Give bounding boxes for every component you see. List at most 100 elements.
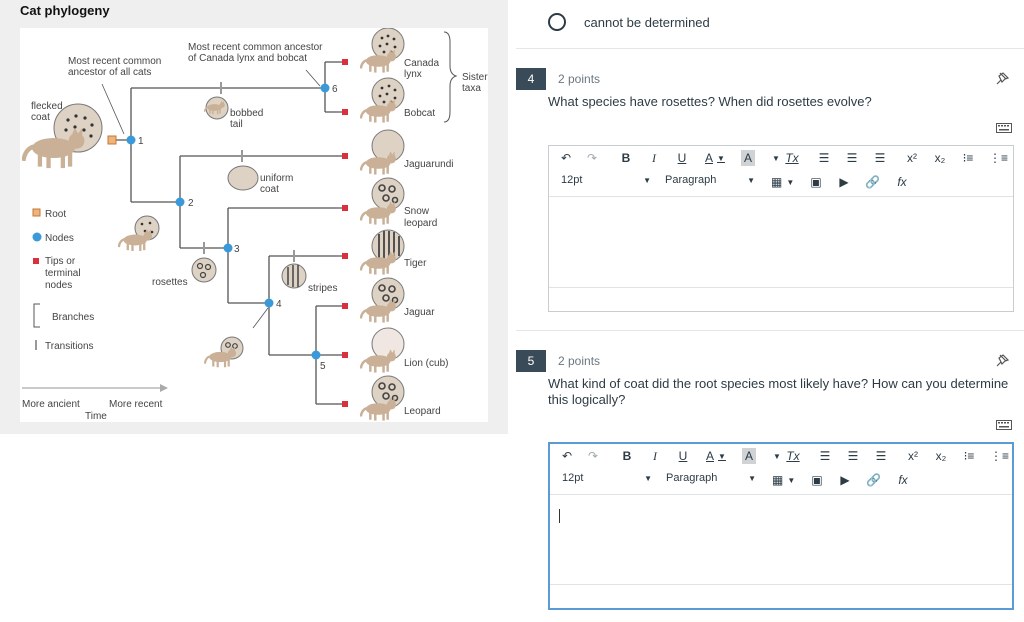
highlight-color-icon[interactable]: A bbox=[741, 150, 755, 166]
undo-icon[interactable]: ↶ bbox=[560, 448, 574, 464]
align-center-icon[interactable]: ☰ bbox=[845, 150, 859, 166]
legend-transitions-label: Transitions bbox=[45, 341, 94, 352]
question-separator bbox=[516, 330, 1024, 331]
undo-icon[interactable]: ↶ bbox=[559, 150, 573, 166]
resize-handle-icon[interactable] bbox=[1002, 598, 1010, 606]
highlight-dropdown-icon[interactable]: ▼ bbox=[770, 448, 784, 464]
node-number-6: 6 bbox=[332, 84, 338, 95]
question-points-4: 2 points bbox=[558, 72, 601, 86]
rich-text-editor-q4[interactable]: ↶ ↷ B I U A ▼ A ▼ Tx ☰ ☰ ☰ x² x₂ ⁝≡ ⋮≡ 1… bbox=[548, 145, 1014, 312]
redo-icon[interactable]: ↷ bbox=[586, 448, 600, 464]
media-icon[interactable]: ▶ bbox=[838, 472, 852, 488]
legend-tip-swatch bbox=[33, 258, 39, 264]
legend-tips-label-3: nodes bbox=[45, 280, 72, 291]
numbered-list-icon[interactable]: ⋮≡ bbox=[990, 448, 1009, 464]
question-text-5: What kind of coat did the root species m… bbox=[548, 376, 1009, 407]
bullet-list-icon[interactable]: ⁝≡ bbox=[962, 448, 976, 464]
question-number-4: 4 bbox=[516, 68, 546, 90]
node-number-4: 4 bbox=[276, 299, 282, 310]
pin-icon[interactable] bbox=[996, 71, 1010, 85]
phylogeny-tree: 1 2 3 4 5 6 Most recent common ancestor … bbox=[22, 28, 488, 422]
taxon-label-canada-lynx-2: lynx bbox=[404, 69, 422, 80]
cat-root-ancestor bbox=[23, 128, 84, 168]
editor-content-area[interactable] bbox=[549, 196, 1013, 280]
align-left-icon[interactable]: ☰ bbox=[818, 448, 832, 464]
node-number-3: 3 bbox=[234, 244, 240, 255]
italic-icon[interactable]: I bbox=[647, 150, 661, 166]
question-points-5: 2 points bbox=[558, 354, 601, 368]
underline-icon[interactable]: U bbox=[675, 150, 689, 166]
highlight-color-icon[interactable]: A bbox=[742, 448, 756, 464]
bold-icon[interactable]: B bbox=[619, 150, 633, 166]
equation-icon[interactable]: fx bbox=[896, 472, 910, 488]
coat-uniform-trait bbox=[227, 165, 259, 191]
question-separator bbox=[516, 48, 1024, 49]
keyboard-icon[interactable] bbox=[996, 418, 1012, 430]
link-icon[interactable]: 🔗 bbox=[865, 174, 880, 190]
rich-text-editor-q5[interactable]: ↶ ↷ B I U A ▼ A ▼ Tx ☰ ☰ ☰ x² x₂ ⁝≡ ⋮≡ 1… bbox=[548, 442, 1014, 610]
legend-nodes-label: Nodes bbox=[45, 233, 74, 244]
table-icon[interactable]: ▦ ▼ bbox=[771, 174, 794, 190]
resize-handle-icon[interactable] bbox=[1003, 301, 1011, 309]
label-mrca-lynx-bobcat-1: Most recent common ancestor bbox=[188, 42, 323, 53]
legend-node-swatch bbox=[32, 232, 42, 242]
root-marker bbox=[107, 135, 117, 145]
font-size-select[interactable]: 12pt ▼ bbox=[561, 174, 651, 186]
media-icon[interactable]: ▶ bbox=[837, 174, 851, 190]
radio-button[interactable] bbox=[548, 13, 566, 31]
taxon-label-canada-lynx-1: Canada bbox=[404, 58, 439, 69]
radio-option-cannot-be-determined[interactable]: cannot be determined bbox=[548, 12, 710, 32]
node-5 bbox=[311, 350, 321, 360]
font-size-value: 12pt bbox=[561, 174, 583, 186]
block-format-select[interactable]: Paragraph ▼ bbox=[666, 472, 756, 484]
subscript-icon[interactable]: x₂ bbox=[934, 448, 948, 464]
text-cursor bbox=[559, 509, 560, 523]
underline-icon[interactable]: U bbox=[676, 448, 690, 464]
editor-toolbar: ↶ ↷ B I U A ▼ A ▼ Tx ☰ ☰ ☰ x² x₂ ⁝≡ ⋮≡ bbox=[549, 146, 1013, 170]
question-number-5: 5 bbox=[516, 350, 546, 372]
italic-icon[interactable]: I bbox=[648, 448, 662, 464]
image-icon[interactable]: ▣ bbox=[809, 174, 823, 190]
keyboard-icon[interactable] bbox=[996, 121, 1012, 133]
cat-ancestor-node-4 bbox=[204, 346, 238, 368]
editor-toolbar-row2: 12pt ▼ Paragraph ▼ ▦ ▼ ▣ ▶ 🔗 fx bbox=[549, 170, 1013, 194]
block-format-value: Paragraph bbox=[665, 174, 717, 186]
link-icon[interactable]: 🔗 bbox=[866, 472, 881, 488]
redo-icon[interactable]: ↷ bbox=[585, 150, 599, 166]
label-flecked-coat-2: coat bbox=[31, 112, 50, 123]
text-color-icon[interactable]: A ▼ bbox=[705, 150, 725, 166]
numbered-list-icon[interactable]: ⋮≡ bbox=[989, 150, 1008, 166]
editor-content-area[interactable] bbox=[550, 494, 1012, 578]
taxon-label-jaguarundi: Jaguarundi bbox=[404, 159, 453, 170]
taxon-label-lion: Lion (cub) bbox=[404, 358, 448, 369]
node-number-1: 1 bbox=[138, 136, 144, 147]
highlight-dropdown-icon[interactable]: ▼ bbox=[769, 150, 783, 166]
label-mrca-all-cats-2: ancestor of all cats bbox=[68, 67, 151, 78]
table-icon[interactable]: ▦ ▼ bbox=[772, 472, 795, 488]
block-format-select[interactable]: Paragraph ▼ bbox=[665, 174, 755, 186]
superscript-icon[interactable]: x² bbox=[906, 448, 920, 464]
tip-snow-leopard bbox=[342, 205, 348, 211]
align-left-icon[interactable]: ☰ bbox=[817, 150, 831, 166]
image-icon[interactable]: ▣ bbox=[810, 472, 824, 488]
bullet-list-icon[interactable]: ⁝≡ bbox=[961, 150, 975, 166]
align-right-icon[interactable]: ☰ bbox=[873, 150, 887, 166]
superscript-icon[interactable]: x² bbox=[905, 150, 919, 166]
label-rosettes: rosettes bbox=[152, 277, 188, 288]
node-1 bbox=[126, 135, 136, 145]
bold-icon[interactable]: B bbox=[620, 448, 634, 464]
pin-icon[interactable] bbox=[996, 353, 1010, 367]
font-size-select[interactable]: 12pt ▼ bbox=[562, 472, 652, 484]
equation-icon[interactable]: fx bbox=[895, 174, 909, 190]
text-color-icon[interactable]: A ▼ bbox=[706, 448, 726, 464]
label-stripes: stripes bbox=[308, 283, 337, 294]
clear-formatting-icon[interactable]: Tx bbox=[786, 448, 800, 464]
align-right-icon[interactable]: ☰ bbox=[874, 448, 888, 464]
clear-formatting-icon[interactable]: Tx bbox=[785, 150, 799, 166]
subscript-icon[interactable]: x₂ bbox=[933, 150, 947, 166]
taxon-label-snow-leopard-1: Snow bbox=[404, 206, 430, 217]
tip-bobcat bbox=[342, 109, 348, 115]
align-center-icon[interactable]: ☰ bbox=[846, 448, 860, 464]
label-sister-taxa-1: Sister bbox=[462, 72, 488, 83]
tip-canada-lynx bbox=[342, 59, 348, 65]
